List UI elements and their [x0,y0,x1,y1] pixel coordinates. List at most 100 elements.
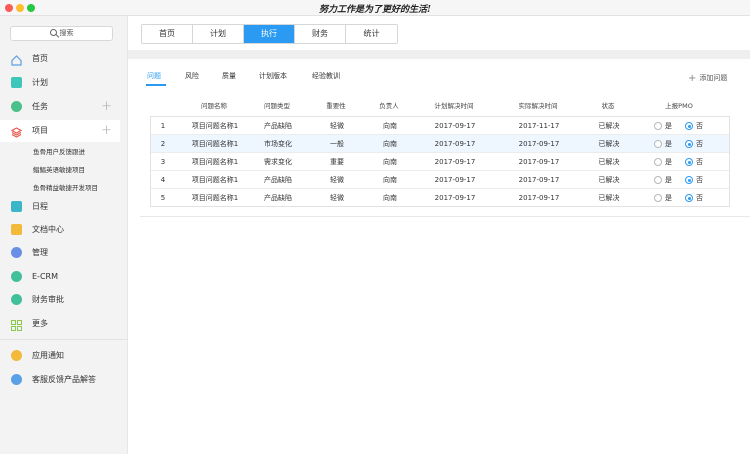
pmo-no-radio[interactable] [685,194,693,202]
issue-importance: 轻微 [330,176,344,184]
sidebar-item-calendar[interactable]: 日程 [0,196,120,218]
sidebar-item-label: 文档中心 [32,225,64,234]
sidebar-item-home[interactable]: 首页 [0,48,120,70]
table-row[interactable]: 5 项目问题名称1 产品缺陷 轻微 向南 2017-09-17 2017-09-… [151,189,729,207]
planned-date: 2017-09-17 [434,140,476,148]
table-row[interactable]: 2 项目问题名称1 市场变化 一般 向南 2017-09-17 2017-09-… [151,135,729,153]
table-header: 问题名称 问题类型 重要性 负责人 计划解决时间 实际解决时间 状态 上报PMO [150,100,730,112]
sidebar-item-project[interactable]: 项目 + [0,120,120,142]
pmo-yes-label: 是 [665,140,672,148]
subtab-plan-version[interactable]: 计划版本 [259,71,287,81]
sidebar-item-label: 计划 [32,78,48,87]
home-icon [11,53,22,66]
tab-finance[interactable]: 财务 [295,25,346,43]
row-number: 1 [160,122,166,130]
column-header: 问题类型 [264,102,290,110]
issue-status: 已解决 [598,140,620,148]
issue-type: 产品缺陷 [264,194,292,202]
sidebar-item-manage[interactable]: 管理 [0,242,120,264]
column-header: 状态 [601,102,615,110]
search-label: 搜索 [59,29,74,37]
planned-date: 2017-09-17 [434,158,476,166]
pmo-no-label: 否 [696,122,703,130]
actual-date: 2017-09-17 [518,194,560,202]
tab-statistics[interactable]: 统计 [346,25,397,43]
row-number: 2 [160,140,166,148]
project-subitem[interactable]: 鲳鲳英语敏捷项目 [33,164,85,174]
sidebar-item-label: 管理 [32,248,48,257]
search-button[interactable]: 搜索 [10,26,113,41]
sidebar-item-ecrm[interactable]: E-CRM [0,266,120,288]
subtab-risks[interactable]: 风险 [185,71,199,81]
pmo-yes-radio[interactable] [654,158,662,166]
sidebar-item-finance[interactable]: 财务审批 [0,289,120,311]
grid-icon [11,318,22,331]
notify-icon [11,350,22,361]
sidebar-item-documents[interactable]: 文档中心 [0,219,120,241]
pmo-yes-radio[interactable] [654,140,662,148]
column-header: 重要性 [326,102,346,110]
add-task-button[interactable]: + [101,96,112,118]
task-icon [11,101,22,112]
issue-name: 项目问题名称1 [191,158,239,166]
sidebar-item-support[interactable]: 客服反馈产品解答 [0,369,120,391]
pmo-no-radio[interactable] [685,158,693,166]
finance-icon [11,294,22,305]
window-title: 努力工作是为了更好的生活! [319,5,431,15]
sidebar-item-label: 客服反馈产品解答 [32,375,96,384]
tab-plan[interactable]: 计划 [193,25,244,43]
pmo-yes-label: 是 [665,158,672,166]
project-subitem[interactable]: 鱼骨精益敏捷开发项目 [33,182,98,192]
actual-date: 2017-09-17 [518,176,560,184]
pmo-yes-label: 是 [665,194,672,202]
sidebar-item-label: 项目 [32,126,48,135]
issue-importance: 一般 [330,140,344,148]
pmo-no-radio[interactable] [685,140,693,148]
column-header: 上报PMO [665,102,693,110]
column-header: 计划解决时间 [434,102,474,110]
subtab-quality[interactable]: 质量 [222,71,236,81]
table-row[interactable]: 3 项目问题名称1 需求变化 重要 向南 2017-09-17 2017-09-… [151,153,729,171]
pmo-yes-radio[interactable] [654,122,662,130]
tab-home[interactable]: 首页 [142,25,193,43]
pmo-yes-radio[interactable] [654,194,662,202]
subtab-issues[interactable]: 问题 [147,71,161,81]
sidebar-item-label: 日程 [32,202,48,211]
column-header: 负责人 [379,102,399,110]
sidebar-item-notifications[interactable]: 应用通知 [0,345,120,367]
issue-status: 已解决 [598,122,620,130]
subtab-lessons[interactable]: 经验教训 [312,71,340,81]
issue-name: 项目问题名称1 [191,194,239,202]
project-subitem[interactable]: 鱼骨用户反馈跟进 [33,146,85,156]
issue-owner: 向南 [383,176,397,184]
plan-icon [11,77,22,88]
sidebar-item-task[interactable]: 任务 + [0,96,120,118]
column-header: 实际解决时间 [518,102,558,110]
actual-date: 2017-09-17 [518,140,560,148]
main-tabs: 首页 计划 执行 财务 统计 [141,24,398,44]
add-issue-button[interactable]: + 添加问题 [688,73,727,84]
pmo-yes-radio[interactable] [654,176,662,184]
pmo-no-radio[interactable] [685,122,693,130]
add-project-button[interactable]: + [101,120,112,142]
table-row[interactable]: 1 项目问题名称1 产品缺陷 轻微 向南 2017-09-17 2017-11-… [151,117,729,135]
sidebar-item-label: 更多 [32,319,48,328]
sidebar-item-label: 财务审批 [32,295,64,304]
sidebar-item-more[interactable]: 更多 [0,313,120,335]
planned-date: 2017-09-17 [434,194,476,202]
sidebar-item-label: 任务 [32,102,48,111]
pmo-yes-label: 是 [665,122,672,130]
tab-execute[interactable]: 执行 [244,25,295,43]
pmo-no-label: 否 [696,140,703,148]
pmo-no-radio[interactable] [685,176,693,184]
sidebar-item-label: 首页 [32,54,48,63]
sidebar-item-plan[interactable]: 计划 [0,72,120,94]
issue-type: 产品缺陷 [264,176,292,184]
table-row[interactable]: 4 项目问题名称1 产品缺陷 轻微 向南 2017-09-17 2017-09-… [151,171,729,189]
issue-importance: 轻微 [330,122,344,130]
column-header: 问题名称 [201,102,227,110]
support-icon [11,374,22,385]
planned-date: 2017-09-17 [434,122,476,130]
issue-status: 已解决 [598,176,620,184]
actual-date: 2017-09-17 [518,158,560,166]
